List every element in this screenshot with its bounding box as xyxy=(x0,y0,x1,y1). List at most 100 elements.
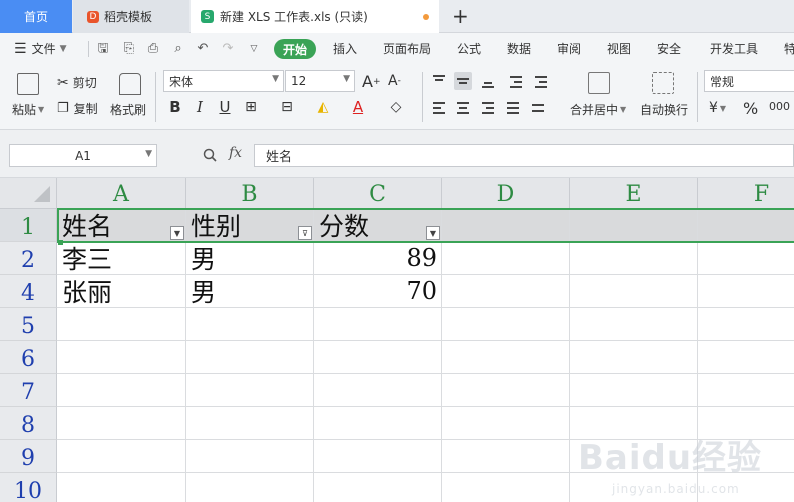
cell-e4[interactable] xyxy=(570,275,698,308)
filter-dropdown-icon[interactable]: ▼ xyxy=(170,226,184,240)
cell-d8[interactable] xyxy=(442,407,570,440)
paste-icon[interactable] xyxy=(17,73,39,95)
cell-a4[interactable]: 张丽 xyxy=(57,275,186,308)
cut-button[interactable]: ✂ 剪切 xyxy=(57,74,97,91)
cell-d5[interactable] xyxy=(442,308,570,341)
row-header-6[interactable]: 6 xyxy=(0,341,57,374)
cell-f7[interactable] xyxy=(698,374,794,407)
menu-tab-view[interactable]: 视图 xyxy=(607,33,631,64)
italic-button[interactable]: I xyxy=(191,98,209,116)
copy-button[interactable]: ❐ 复制 xyxy=(57,100,98,117)
merge-center-button[interactable]: 合并居中 ▼ xyxy=(570,101,626,118)
menu-tab-special[interactable]: 特 xyxy=(784,33,794,64)
new-tab-button[interactable]: + xyxy=(452,4,469,28)
cell-e6[interactable] xyxy=(570,341,698,374)
cell-d4[interactable] xyxy=(442,275,570,308)
align-top-icon[interactable] xyxy=(430,72,448,90)
bold-button[interactable]: B xyxy=(166,98,184,116)
cell-a8[interactable] xyxy=(57,407,186,440)
cell-d1[interactable] xyxy=(442,209,570,242)
increase-font-size-icon[interactable]: A + xyxy=(362,72,381,91)
cell-a10[interactable] xyxy=(57,473,186,502)
row-header-2[interactable]: 2 xyxy=(0,242,57,275)
tab-home[interactable]: 首页 xyxy=(0,0,72,33)
cell-b6[interactable] xyxy=(186,341,314,374)
row-header-8[interactable]: 8 xyxy=(0,407,57,440)
align-left-icon[interactable] xyxy=(430,99,448,117)
percent-button[interactable]: % xyxy=(743,99,758,118)
cell-f1[interactable] xyxy=(698,209,794,242)
cell-c2[interactable]: 89 xyxy=(314,242,442,275)
column-header-a[interactable]: A xyxy=(57,178,186,209)
merge-center-icon[interactable] xyxy=(588,72,610,94)
font-name-select[interactable]: 宋体 ▼ xyxy=(163,70,284,92)
export-icon[interactable]: ⎘ xyxy=(122,42,136,56)
column-header-b[interactable]: B xyxy=(186,178,314,209)
cell-f4[interactable] xyxy=(698,275,794,308)
cell-c9[interactable] xyxy=(314,440,442,473)
align-right-icon[interactable] xyxy=(479,99,497,117)
cell-style-icon[interactable]: ⊟ xyxy=(278,98,296,116)
filter-dropdown-icon[interactable]: ▼ xyxy=(426,226,440,240)
menu-tab-data[interactable]: 数据 xyxy=(507,33,531,64)
cell-e2[interactable] xyxy=(570,242,698,275)
underline-button[interactable]: U xyxy=(216,98,234,116)
cell-b7[interactable] xyxy=(186,374,314,407)
menu-tab-developer[interactable]: 开发工具 xyxy=(710,33,758,64)
wrap-text-button[interactable]: 自动换行 xyxy=(640,101,688,118)
redo-icon[interactable]: ↷ xyxy=(221,42,235,56)
quick-access-dropdown-icon[interactable]: ▽ xyxy=(247,42,261,56)
clear-format-icon[interactable]: ◇ xyxy=(387,98,405,116)
unsaved-indicator-icon[interactable] xyxy=(423,14,429,20)
cell-d10[interactable] xyxy=(442,473,570,502)
format-painter-button[interactable]: 格式刷 xyxy=(110,101,146,118)
cell-c8[interactable] xyxy=(314,407,442,440)
column-header-d[interactable]: D xyxy=(442,178,570,209)
cell-f2[interactable] xyxy=(698,242,794,275)
cell-c10[interactable] xyxy=(314,473,442,502)
menu-tab-review[interactable]: 审阅 xyxy=(557,33,581,64)
align-bottom-icon[interactable] xyxy=(479,72,497,90)
cell-b9[interactable] xyxy=(186,440,314,473)
cell-f6[interactable] xyxy=(698,341,794,374)
file-menu[interactable]: ☰ 文件 ▼ xyxy=(14,33,67,64)
row-header-9[interactable]: 9 xyxy=(0,440,57,473)
print-icon[interactable]: ⎙ xyxy=(146,42,160,56)
formula-input[interactable]: 姓名 xyxy=(254,144,794,167)
tab-template[interactable]: D 稻壳模板 xyxy=(73,0,189,33)
undo-icon[interactable]: ↶ xyxy=(196,42,210,56)
cell-b2[interactable]: 男 xyxy=(186,242,314,275)
cell-c5[interactable] xyxy=(314,308,442,341)
thousands-separator-icon[interactable]: 000 xyxy=(769,100,790,113)
font-color-icon[interactable]: A xyxy=(349,98,367,116)
cell-e1[interactable] xyxy=(570,209,698,242)
row-header-1[interactable]: 1 xyxy=(0,209,57,242)
paste-button[interactable]: 粘贴 ▼ xyxy=(12,101,44,118)
cell-c6[interactable] xyxy=(314,341,442,374)
cell-d9[interactable] xyxy=(442,440,570,473)
decrease-indent-icon[interactable] xyxy=(507,72,525,90)
zoom-icon[interactable] xyxy=(203,148,217,162)
increase-indent-icon[interactable] xyxy=(532,72,550,90)
borders-icon[interactable]: ⊞ xyxy=(242,98,260,116)
cell-a9[interactable] xyxy=(57,440,186,473)
cell-b1[interactable]: 性别 xyxy=(186,209,314,242)
format-painter-icon[interactable] xyxy=(119,73,141,95)
row-header-4[interactable]: 4 xyxy=(0,275,57,308)
cell-b4[interactable]: 男 xyxy=(186,275,314,308)
cell-e7[interactable] xyxy=(570,374,698,407)
number-format-select[interactable]: 常规 xyxy=(704,70,794,92)
cell-a2[interactable]: 李三 xyxy=(57,242,186,275)
menu-tab-page-layout[interactable]: 页面布局 xyxy=(383,33,431,64)
cell-a7[interactable] xyxy=(57,374,186,407)
row-header-5[interactable]: 5 xyxy=(0,308,57,341)
align-middle-icon[interactable] xyxy=(454,72,472,90)
wrap-text-icon[interactable] xyxy=(652,72,674,94)
select-all-button[interactable] xyxy=(0,178,57,209)
cell-b5[interactable] xyxy=(186,308,314,341)
cell-b10[interactable] xyxy=(186,473,314,502)
fill-color-icon[interactable]: ◭ xyxy=(314,98,332,116)
cell-d7[interactable] xyxy=(442,374,570,407)
font-size-select[interactable]: 12 ▼ xyxy=(285,70,355,92)
filter-active-icon[interactable]: ⊽ xyxy=(298,226,312,240)
